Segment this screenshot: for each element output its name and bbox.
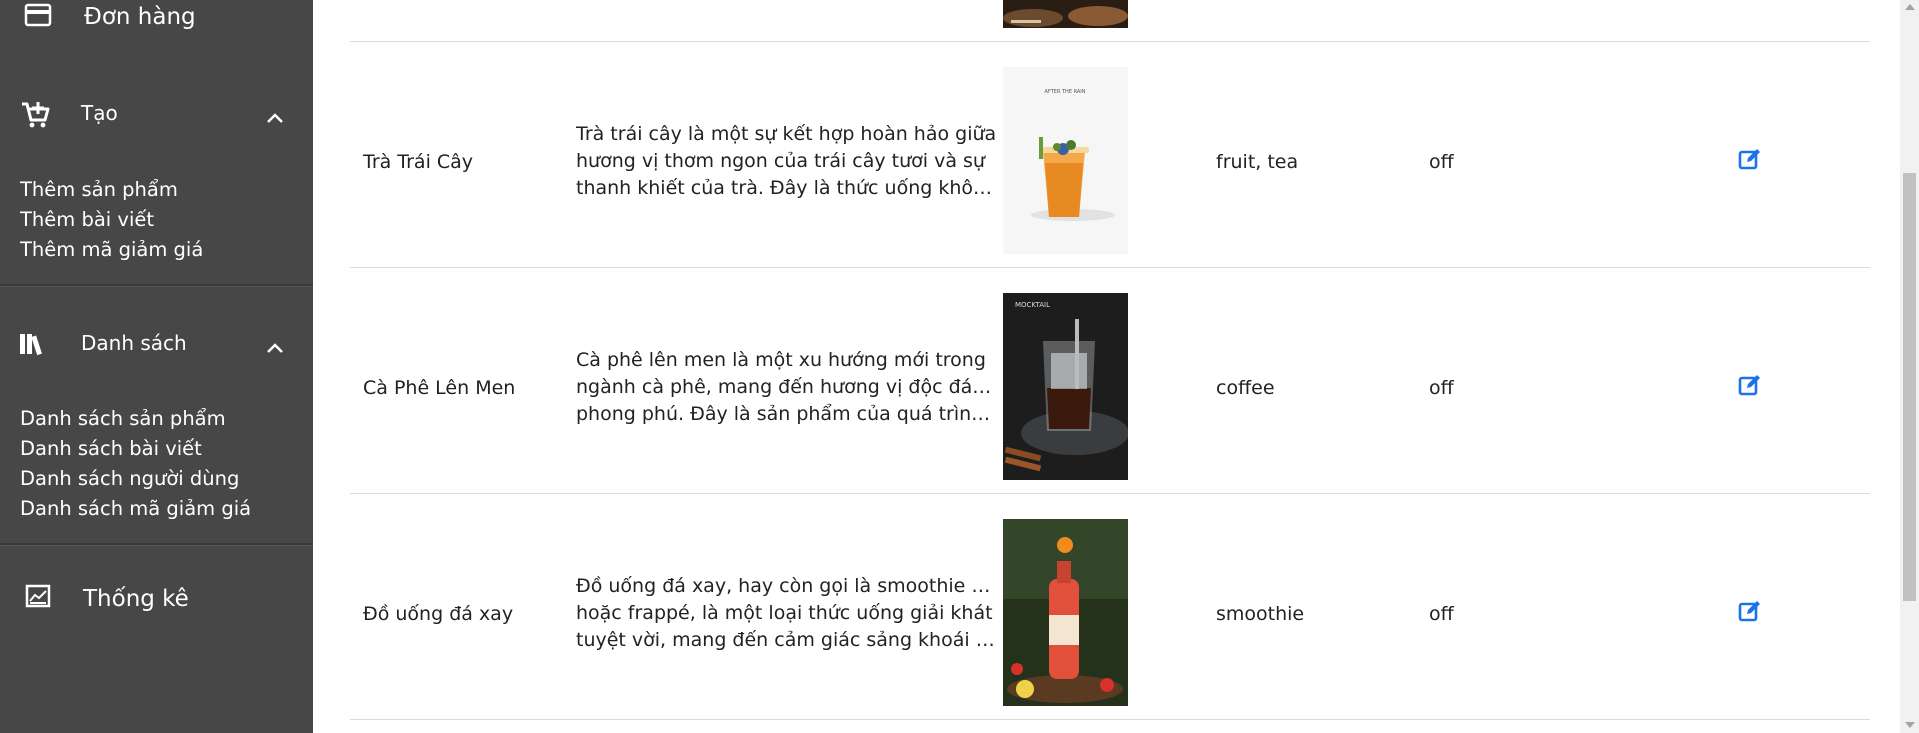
product-image-caption: AFTER THE RAIN xyxy=(1045,89,1086,95)
edit-icon[interactable] xyxy=(1738,373,1762,397)
sidebar-item-product-list[interactable]: Danh sách sản phẩm xyxy=(20,407,226,430)
chevron-up-icon[interactable] xyxy=(265,109,285,129)
description-line: tuyệt vời, mang đến cảm giác sảng khoái … xyxy=(576,629,1001,651)
sidebar-section-lists-label: Danh sách xyxy=(81,331,187,355)
add-cart-icon xyxy=(22,102,50,128)
product-status: off xyxy=(1429,603,1454,625)
product-status: off xyxy=(1429,377,1454,399)
product-tags: fruit, tea xyxy=(1216,151,1299,173)
books-icon xyxy=(20,334,42,356)
description-line: hoặc frappé, là một loại thức uống giải … xyxy=(576,602,993,624)
product-description: Cà phê lên men là một xu hướng mới trong… xyxy=(576,347,1001,428)
product-name: Trà Trái Cây xyxy=(363,151,474,173)
scrollbar-thumb[interactable] xyxy=(1903,173,1916,601)
product-image: MOCKTAIL xyxy=(1003,293,1128,480)
row-divider xyxy=(350,41,1870,42)
sidebar-item-user-list[interactable]: Danh sách người dùng xyxy=(20,467,239,490)
description-line: ngành cà phê, mang đến hương vị độc đáo … xyxy=(576,376,1001,398)
product-description: Trà trái cây là một sự kết hợp hoàn hảo … xyxy=(576,121,1001,202)
description-line: Đồ uống đá xay, hay còn gọi là smoothie … xyxy=(576,575,1001,597)
product-image xyxy=(1003,0,1128,28)
credit-card-icon xyxy=(24,3,52,27)
product-tags: smoothie xyxy=(1216,603,1305,625)
sidebar-item-add-post[interactable]: Thêm bài viết xyxy=(20,208,154,231)
product-tags: coffee xyxy=(1216,377,1275,399)
description-line: hương vị thơm ngon của trái cây tươi và … xyxy=(576,150,985,172)
row-divider xyxy=(350,267,1870,268)
description-line: phong phú. Đây là sản phẩm của quá trình… xyxy=(576,403,1001,425)
sidebar-item-add-product[interactable]: Thêm sản phẩm xyxy=(20,178,178,201)
sidebar-section-create-label: Tạo xyxy=(81,101,118,125)
sidebar-section-create[interactable]: Tạo xyxy=(0,95,313,155)
product-image xyxy=(1003,519,1128,706)
chart-icon xyxy=(25,584,51,608)
scroll-down-arrow-icon[interactable] xyxy=(1905,722,1915,728)
sidebar-item-post-list[interactable]: Danh sách bài viết xyxy=(20,437,202,460)
sidebar: Đơn hàng Tạo Thêm sản phẩm Thêm bài viết… xyxy=(0,0,313,733)
sidebar-item-coupon-list[interactable]: Danh sách mã giảm giá xyxy=(20,497,251,520)
sidebar-item-stats[interactable]: Thống kê xyxy=(0,580,313,640)
product-description: Đồ uống đá xay, hay còn gọi là smoothie … xyxy=(576,573,1001,654)
product-image: AFTER THE RAIN xyxy=(1003,67,1128,254)
sidebar-item-add-coupon[interactable]: Thêm mã giảm giá xyxy=(20,238,203,261)
sidebar-item-orders[interactable]: Đơn hàng xyxy=(0,0,313,60)
sidebar-divider xyxy=(0,543,313,545)
sidebar-divider xyxy=(0,284,313,286)
edit-icon[interactable] xyxy=(1738,599,1762,623)
description-line: thanh khiết của trà. Đây là thức uống kh… xyxy=(576,177,1001,199)
sidebar-item-orders-label: Đơn hàng xyxy=(84,4,196,30)
sidebar-item-stats-label: Thống kê xyxy=(83,586,189,612)
vertical-scrollbar[interactable] xyxy=(1900,0,1919,733)
chevron-up-icon[interactable] xyxy=(265,339,285,359)
description-line: Trà trái cây là một sự kết hợp hoàn hảo … xyxy=(576,123,997,145)
scroll-up-arrow-icon[interactable] xyxy=(1905,4,1915,10)
sidebar-section-lists[interactable]: Danh sách xyxy=(0,324,313,384)
product-status: off xyxy=(1429,151,1454,173)
description-line: Cà phê lên men là một xu hướng mới trong xyxy=(576,349,986,371)
edit-icon[interactable] xyxy=(1738,147,1762,171)
row-divider xyxy=(350,719,1870,720)
product-name: Cà Phê Lên Men xyxy=(363,377,516,399)
product-image-caption: MOCKTAIL xyxy=(1015,301,1050,309)
row-divider xyxy=(350,493,1870,494)
product-name: Đồ uống đá xay xyxy=(363,603,514,625)
